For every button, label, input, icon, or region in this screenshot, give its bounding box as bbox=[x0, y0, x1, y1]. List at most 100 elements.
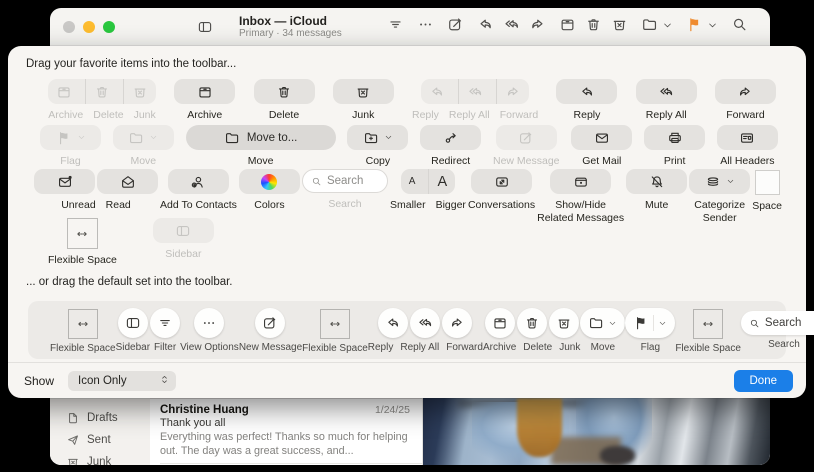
toolbar-item-get-mail[interactable]: Get Mail bbox=[571, 125, 632, 168]
forward-icon bbox=[449, 315, 465, 331]
toolbar-item-move[interactable]: Move bbox=[113, 125, 174, 168]
dock-item-flexible-space[interactable]: Flexible Space bbox=[675, 308, 741, 354]
toolbar-item-reply-group[interactable]: ReplyReply AllForward bbox=[412, 79, 538, 122]
item-label: Junk bbox=[559, 342, 580, 353]
sidebar-item-junk[interactable]: Junk bbox=[66, 451, 150, 465]
toolbar-item-copy[interactable]: Copy bbox=[347, 125, 408, 168]
sidebar-item-label: Junk bbox=[87, 456, 111, 465]
done-button[interactable]: Done bbox=[734, 370, 794, 392]
dock-item-reply-group[interactable]: ReplyReply AllForward bbox=[368, 308, 483, 353]
pill-divider bbox=[653, 315, 654, 331]
flag-icon bbox=[633, 315, 649, 331]
unread-icon bbox=[57, 174, 73, 190]
archive-button[interactable] bbox=[559, 16, 576, 38]
flexible-space-square bbox=[68, 309, 98, 339]
message-row[interactable]: ★Jasmine Garcia1/22/25 bbox=[150, 464, 422, 465]
toolbar-item-conversations[interactable]: Conversations bbox=[468, 169, 535, 212]
group-segment bbox=[85, 79, 118, 104]
toolbar-item-add-to-contacts[interactable]: Add To Contacts bbox=[160, 169, 237, 212]
toolbar-item-junk[interactable]: Junk bbox=[333, 79, 394, 122]
toolbar-item-space[interactable]: Space bbox=[752, 169, 782, 213]
toolbar-item-redirect[interactable]: Redirect bbox=[420, 125, 481, 168]
toolbar-item-forward[interactable]: Forward bbox=[715, 79, 776, 122]
item-label: Unread bbox=[61, 199, 95, 212]
reply-all-icon bbox=[467, 84, 483, 100]
item-label: Move bbox=[130, 155, 156, 168]
sidebar-item-drafts[interactable]: Drafts bbox=[66, 407, 150, 429]
item-label: Junk bbox=[352, 109, 374, 122]
archive-icon bbox=[197, 84, 213, 100]
toolbar-item-mute[interactable]: Mute bbox=[626, 169, 687, 212]
reply-button[interactable] bbox=[477, 16, 494, 38]
zoom-button[interactable] bbox=[103, 21, 115, 33]
dock-item-flag[interactable]: Flag bbox=[625, 308, 675, 353]
dock-item-flexible-space[interactable]: Flexible Space bbox=[302, 308, 368, 354]
more-button[interactable] bbox=[417, 16, 434, 38]
toolbar-item-flexible-space[interactable]: Flexible Space bbox=[48, 218, 117, 267]
default-toolbar-set[interactable]: Flexible SpaceSidebarFilterView OptionsN… bbox=[28, 301, 786, 359]
toolbar-item-unread-read[interactable]: UnreadRead bbox=[34, 169, 158, 212]
toolbar-item-text-size-group[interactable]: AASmallerBigger bbox=[390, 169, 466, 212]
item-button bbox=[717, 125, 778, 150]
group-segment: A bbox=[401, 169, 424, 194]
sidebar-item-sent[interactable]: Sent bbox=[66, 429, 150, 451]
dock-item-view-options[interactable]: View Options bbox=[180, 308, 239, 353]
toolbar-item-print[interactable]: Print bbox=[644, 125, 705, 168]
minimize-button[interactable] bbox=[83, 21, 95, 33]
toolbar-item-categorize-sender[interactable]: Categorize Sender bbox=[689, 169, 750, 224]
close-button[interactable] bbox=[63, 21, 75, 33]
toolbar-item-sidebar[interactable]: Sidebar bbox=[153, 218, 214, 261]
reply-all-button[interactable] bbox=[503, 16, 520, 38]
junk-button[interactable] bbox=[611, 16, 628, 38]
dock-item-archive-group[interactable]: ArchiveDeleteJunk bbox=[483, 308, 580, 353]
search-button[interactable] bbox=[731, 16, 748, 38]
toolbar-item-reply[interactable]: Reply bbox=[556, 79, 617, 122]
mute-icon bbox=[649, 174, 665, 190]
dock-item-sidebar[interactable]: Sidebar bbox=[116, 308, 150, 353]
flag-chevron-button[interactable] bbox=[707, 18, 718, 36]
toolbar-item-all-headers[interactable]: All Headers bbox=[717, 125, 778, 168]
item-duo bbox=[34, 169, 158, 194]
toolbar-item-archive-delete-junk-group[interactable]: ArchiveDeleteJunk bbox=[48, 79, 156, 122]
toolbar-item-search-item[interactable]: SearchSearch bbox=[302, 169, 388, 211]
toolbar-item-show-hide-related-messages[interactable]: Show/Hide Related Messages bbox=[537, 169, 624, 224]
chevron-icon bbox=[658, 319, 667, 328]
toolbar-item-move-to[interactable]: Move to...Move bbox=[186, 125, 336, 168]
compose-icon bbox=[262, 315, 278, 331]
flag-button[interactable] bbox=[686, 16, 703, 38]
toolbar-item-colors[interactable]: Colors bbox=[239, 169, 300, 212]
sidebar-toggle-button[interactable] bbox=[197, 19, 213, 35]
toolbar-item-new-message[interactable]: New Message bbox=[493, 125, 560, 168]
item-label: Copy bbox=[366, 155, 391, 168]
move-chevron-button[interactable] bbox=[662, 18, 673, 36]
dock-item-flexible-space[interactable]: Flexible Space bbox=[50, 308, 116, 354]
delete-button[interactable] bbox=[585, 16, 602, 38]
item-label: Reply bbox=[574, 109, 601, 122]
dock-item-move[interactable]: Move bbox=[580, 308, 625, 353]
filter-button[interactable] bbox=[387, 16, 404, 38]
move-button[interactable] bbox=[641, 16, 658, 38]
reply-all-icon bbox=[503, 16, 520, 33]
move-to-text: Move to... bbox=[247, 132, 298, 144]
show-mode-select[interactable]: Icon Only bbox=[68, 371, 176, 391]
message-date: 1/24/25 bbox=[375, 404, 410, 416]
item-label: Flexible Space bbox=[48, 254, 117, 267]
dock-item-filter[interactable]: Filter bbox=[150, 308, 180, 353]
archive-icon bbox=[492, 315, 508, 331]
dock-item-new-message[interactable]: New Message bbox=[239, 308, 302, 353]
item-button bbox=[626, 169, 687, 194]
toolbar-item-delete[interactable]: Delete bbox=[254, 79, 315, 122]
a-small-icon: A bbox=[409, 174, 416, 190]
toolbar-group bbox=[641, 16, 673, 38]
toolbar-item-archive[interactable]: Archive bbox=[174, 79, 235, 122]
junk-icon bbox=[611, 16, 628, 33]
toolbar-item-flag[interactable]: Flag bbox=[40, 125, 101, 168]
move-to-button: Move to... bbox=[186, 125, 336, 150]
toolbar-item-reply-all[interactable]: Reply All bbox=[636, 79, 697, 122]
dock-item-search[interactable]: SearchSearch bbox=[741, 308, 814, 350]
message-list: Christine Huang1/24/25Thank you allEvery… bbox=[150, 398, 422, 465]
message-row[interactable]: Christine Huang1/24/25Thank you allEvery… bbox=[150, 399, 422, 458]
item-label: Smaller bbox=[390, 199, 426, 212]
forward-button[interactable] bbox=[529, 16, 546, 38]
compose-button[interactable] bbox=[447, 16, 464, 38]
